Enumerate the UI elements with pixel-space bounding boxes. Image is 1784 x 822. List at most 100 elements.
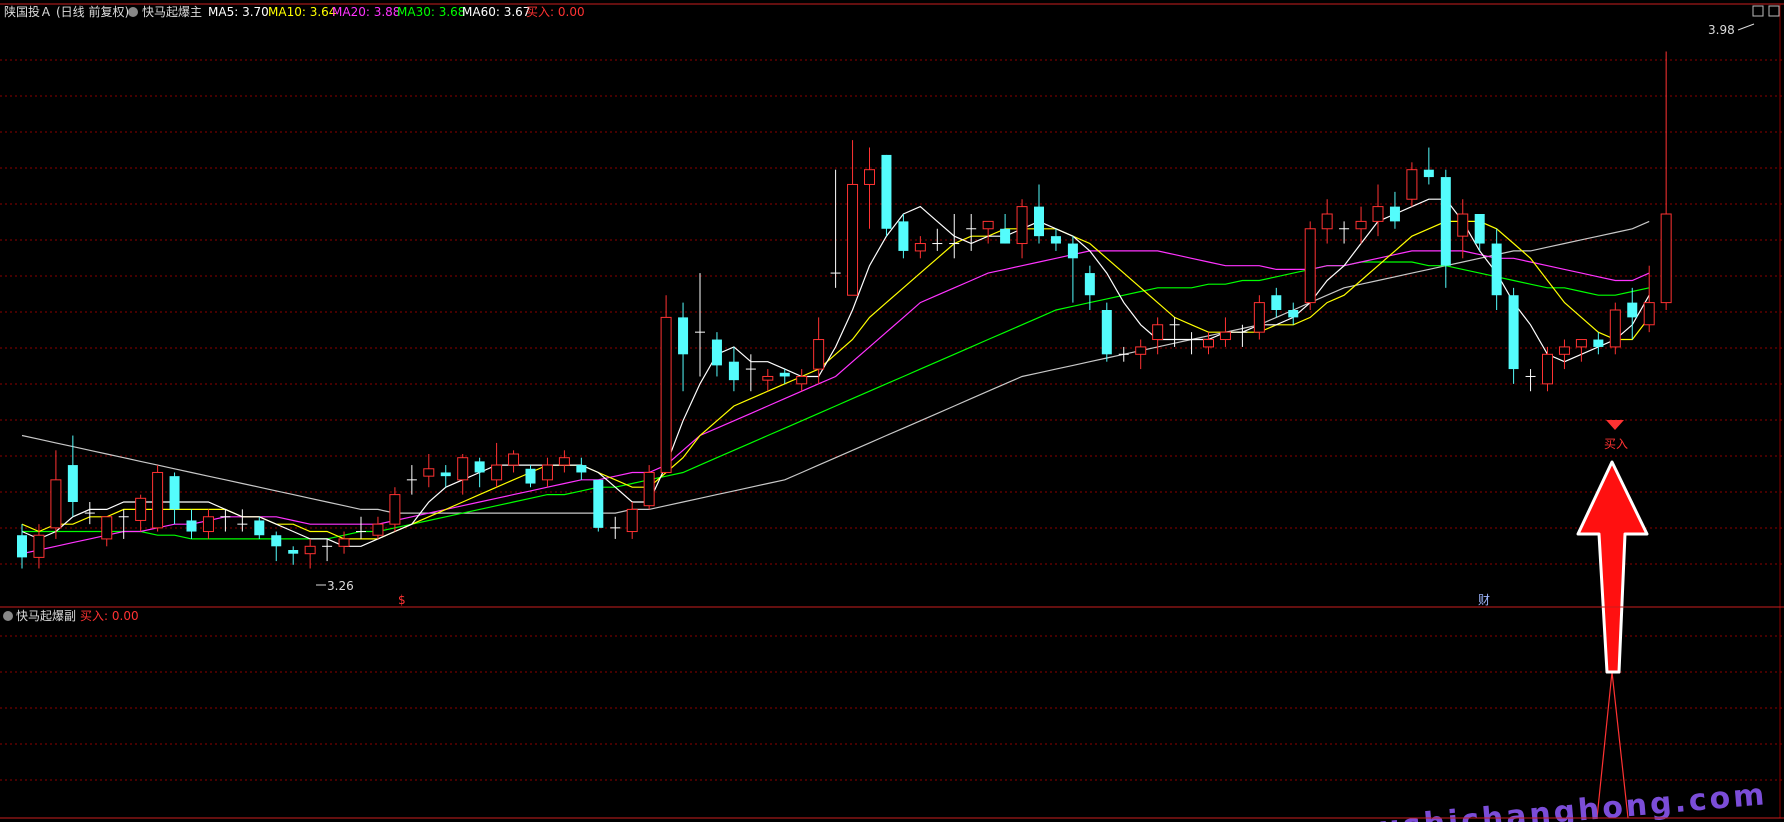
candle-body (1135, 346, 1147, 355)
sub-indicator-name[interactable]: 快马起爆副 (16, 609, 76, 623)
candle (881, 154, 892, 237)
candle (288, 546, 299, 565)
candle-body (541, 464, 553, 481)
candle-body (813, 339, 825, 370)
candle (898, 214, 909, 259)
candle (1135, 339, 1147, 370)
candle-body (796, 375, 808, 385)
candle-body (982, 220, 994, 230)
candle-body (1372, 206, 1384, 222)
candle (17, 524, 27, 569)
candle (508, 450, 520, 473)
candle (1660, 51, 1672, 310)
panel-expand-icon[interactable] (1752, 5, 1764, 17)
candle-body (1542, 353, 1553, 385)
low-price-label: 3.26 (327, 579, 354, 593)
candle-body (1660, 213, 1672, 304)
candle (1219, 317, 1231, 347)
buy-signal-icon (1606, 420, 1624, 430)
candle (135, 494, 147, 532)
candle (796, 369, 808, 392)
candle-body (1067, 243, 1078, 259)
cai-marker: 财 (1478, 593, 1490, 607)
candle (610, 516, 621, 539)
candle-body (254, 520, 265, 536)
candle-body (491, 464, 503, 481)
candle (1271, 287, 1282, 318)
candle (847, 140, 859, 296)
stock-name: 陕国投Ａ (4, 4, 52, 19)
candle-body (169, 476, 180, 510)
candle-body (1643, 302, 1655, 326)
candle (1627, 287, 1638, 340)
candle (118, 509, 129, 539)
candle (1389, 191, 1400, 229)
candle (50, 450, 62, 539)
candle-body (389, 494, 401, 525)
candle (1440, 169, 1451, 288)
candle-body (1593, 339, 1604, 347)
candle (84, 502, 95, 525)
candle-body (1304, 228, 1316, 304)
kline-chart[interactable]: 陕国投Ａ (日线 前复权) 快马起爆主 MA5: 3.70 MA10: 3.64… (0, 0, 1784, 822)
candle (779, 369, 790, 384)
candle-body (593, 479, 604, 528)
buy-readout: 买入: 0.00 (526, 5, 585, 19)
candle-body (101, 516, 113, 540)
candle (1525, 369, 1536, 392)
candle-body (525, 468, 536, 484)
candle-body (1575, 339, 1587, 348)
candle-body (1406, 169, 1418, 200)
main-header: 陕国投Ａ (日线 前复权) 快马起爆主 MA5: 3.70 MA10: 3.64… (4, 4, 585, 19)
candle (695, 273, 705, 377)
candle (576, 457, 587, 480)
ma20-line (21, 250, 1650, 555)
candle-body (186, 520, 197, 532)
candle (491, 442, 503, 488)
candle (1508, 287, 1519, 384)
candle (474, 457, 485, 488)
candle-body (1271, 295, 1282, 310)
candle-body (762, 375, 774, 381)
candle (1491, 228, 1502, 310)
candle-body (508, 453, 520, 466)
candle-body (576, 465, 587, 473)
indicator-toggle-icon[interactable] (128, 7, 138, 17)
ma20-readout: MA20: 3.88 (332, 5, 400, 19)
candle (322, 538, 333, 562)
candle (1050, 228, 1061, 251)
ma30-readout: MA30: 3.68 (397, 5, 465, 19)
candle (186, 509, 197, 539)
candle-body (1203, 339, 1214, 348)
candle-body (474, 461, 485, 473)
candle (1186, 332, 1197, 355)
candle (949, 214, 960, 259)
candle-body (1609, 309, 1621, 348)
candle-body (1508, 295, 1519, 370)
candle (457, 454, 469, 495)
ma30-line (22, 261, 1650, 540)
candle (372, 516, 384, 539)
candles (17, 51, 1672, 569)
ma5-readout: MA5: 3.70 (208, 5, 269, 19)
candle-body (898, 221, 909, 251)
candle-body (1016, 206, 1028, 245)
candle (1304, 221, 1316, 310)
candle-body (1101, 310, 1112, 355)
candle-body (17, 535, 27, 558)
sub-indicator-toggle-icon[interactable] (3, 611, 13, 621)
candle-body (271, 535, 282, 547)
candle (643, 465, 655, 510)
candle (271, 531, 282, 562)
candle (254, 516, 265, 539)
panel-controls[interactable] (1752, 5, 1780, 17)
candle-body (1355, 220, 1367, 230)
candle-body (440, 472, 451, 477)
candle (1423, 147, 1434, 185)
candle (423, 454, 435, 488)
candle (1542, 346, 1553, 392)
candle (1372, 184, 1384, 237)
main-indicator-name[interactable]: 快马起爆主 (142, 5, 202, 19)
candle (1321, 199, 1333, 244)
panel-close-icon[interactable] (1768, 5, 1780, 17)
